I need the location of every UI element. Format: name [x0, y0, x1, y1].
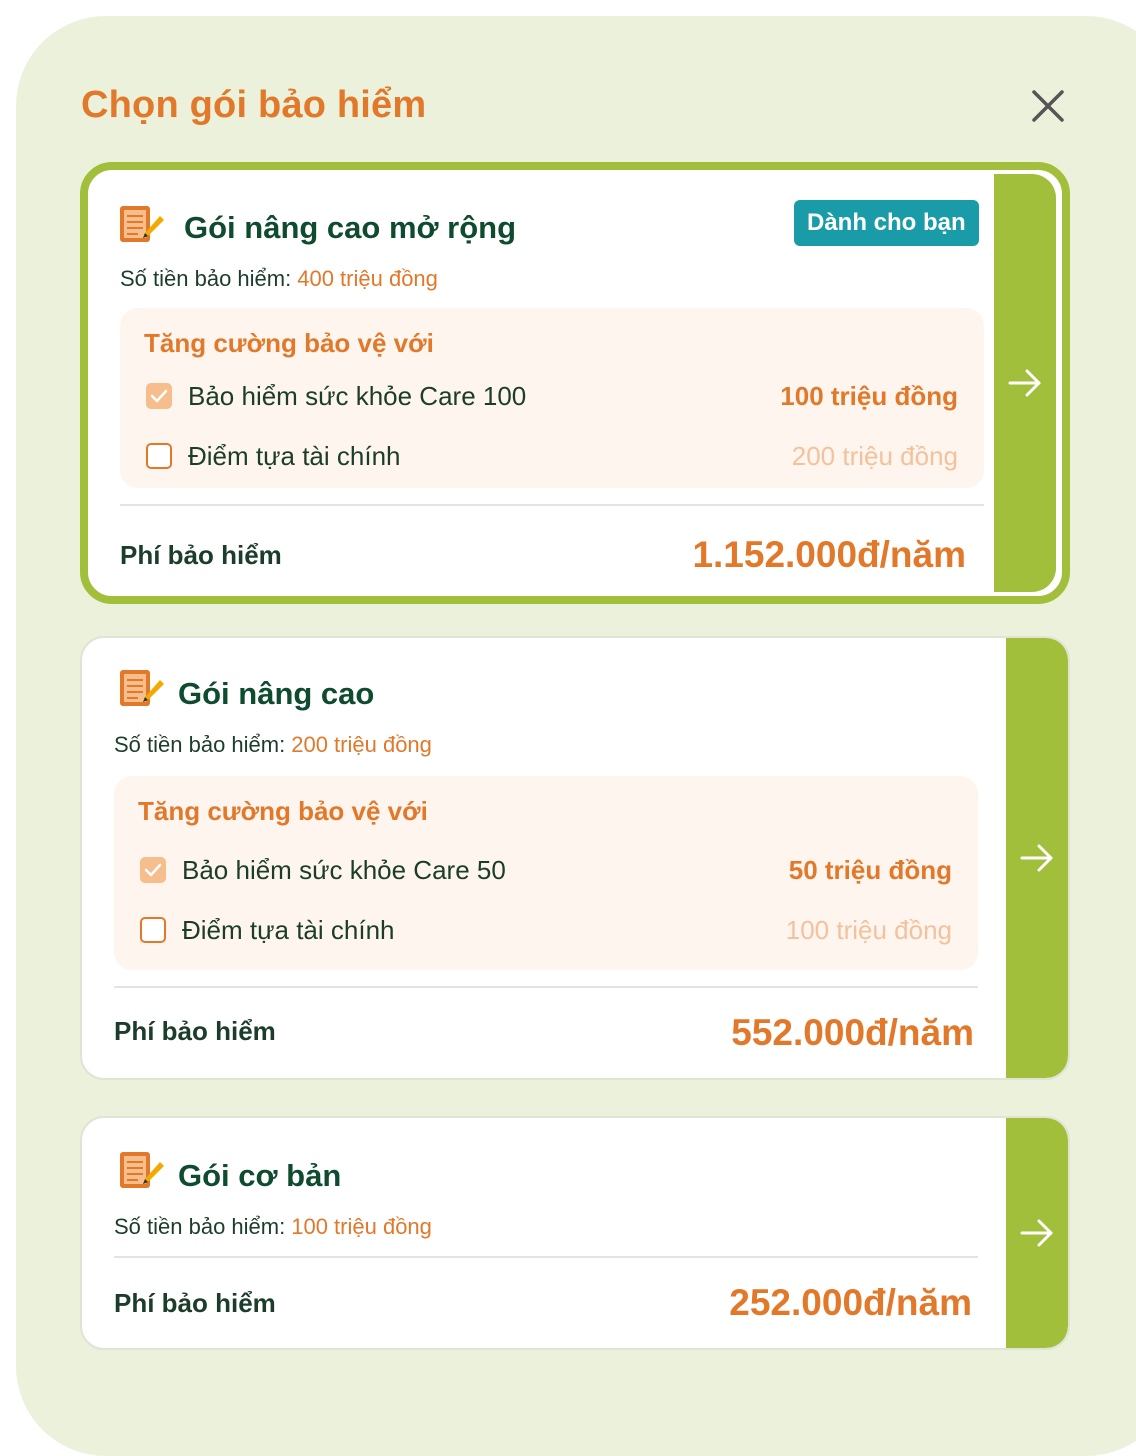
sum-insured: Số tiền bảo hiểm: 100 triệu đồng — [114, 1214, 432, 1240]
addon-row[interactable]: Bảo hiểm sức khỏe Care 100 100 triệu đồn… — [146, 376, 958, 416]
addons-box: Tăng cường bảo vệ với Bảo hiểm sức khỏe … — [120, 308, 984, 488]
plan-name: Gói nâng cao mở rộng — [184, 210, 517, 245]
recommended-badge: Dành cho bạn — [794, 200, 979, 246]
plan-card-advanced[interactable]: Gói nâng cao Số tiền bảo hiểm: 200 triệu … — [80, 636, 1070, 1080]
divider — [114, 1256, 978, 1258]
addon-value: 100 triệu đồng — [780, 380, 958, 411]
divider — [120, 504, 984, 506]
addons-title: Tăng cường bảo vệ với — [144, 328, 434, 358]
fee-value: 252.000đ/năm — [729, 1282, 972, 1323]
checkbox-checked[interactable] — [140, 857, 166, 883]
checkbox-unchecked[interactable] — [146, 443, 172, 469]
sum-insured: Số tiền bảo hiểm: 200 triệu đồng — [114, 732, 432, 758]
addons-title: Tăng cường bảo vệ với — [138, 796, 428, 826]
arrow-right-icon — [1020, 1219, 1053, 1247]
plan-card-extended[interactable]: Gói nâng cao mở rộng Dành cho bạn Số tiề… — [80, 162, 1070, 604]
sum-insured-value: 100 triệu đồng — [291, 1214, 432, 1239]
fee-label: Phí bảo hiểm — [114, 1016, 276, 1046]
arrow-right-icon — [1008, 369, 1041, 397]
addons-box: Tăng cường bảo vệ với Bảo hiểm sức khỏe … — [114, 776, 978, 970]
plan-card-basic[interactable]: Gói cơ bản Số tiền bảo hiểm: 100 triệu đồ… — [80, 1116, 1070, 1350]
plan-name: Gói nâng cao — [178, 676, 375, 711]
sum-insured-label: Số tiền bảo hiểm: — [114, 1214, 286, 1239]
addon-value: 50 triệu đồng — [788, 854, 952, 885]
select-plan-arrow[interactable] — [1006, 638, 1068, 1078]
addon-row[interactable]: Bảo hiểm sức khỏe Care 50 50 triệu đồng — [140, 850, 952, 890]
addon-name: Bảo hiểm sức khỏe Care 50 — [182, 854, 506, 885]
addon-name: Bảo hiểm sức khỏe Care 100 — [188, 380, 527, 411]
close-icon[interactable] — [1026, 84, 1070, 128]
fee-label: Phí bảo hiểm — [114, 1288, 276, 1318]
sum-insured-label: Số tiền bảo hiểm: — [114, 732, 286, 757]
fee-value: 552.000đ/năm — [731, 1012, 974, 1053]
checkbox-unchecked[interactable] — [140, 917, 166, 943]
plan-name: Gói cơ bản — [178, 1158, 342, 1193]
sum-insured-value: 200 triệu đồng — [291, 732, 432, 757]
arrow-right-icon — [1020, 844, 1053, 872]
addon-row[interactable]: Điểm tựa tài chính 100 triệu đồng — [140, 910, 952, 950]
sum-insured: Số tiền bảo hiểm: 400 triệu đồng — [120, 266, 438, 292]
plan-icon — [118, 666, 166, 710]
addon-value: 200 triệu đồng — [791, 440, 958, 471]
fee-value: 1.152.000đ/năm — [692, 534, 966, 575]
addon-row[interactable]: Điểm tựa tài chính 200 triệu đồng — [146, 436, 958, 476]
select-plan-arrow[interactable] — [1006, 1118, 1068, 1348]
addon-value: 100 triệu đồng — [785, 914, 952, 945]
fee-label: Phí bảo hiểm — [120, 540, 282, 570]
plan-icon — [118, 202, 166, 246]
select-plan-arrow[interactable] — [994, 174, 1056, 592]
divider — [114, 986, 978, 988]
modal-title: Chọn gói bảo hiểm — [81, 84, 427, 126]
sum-insured-label: Số tiền bảo hiểm: — [120, 266, 292, 291]
addon-name: Điểm tựa tài chính — [182, 914, 395, 945]
plan-icon — [118, 1148, 166, 1192]
addon-name: Điểm tựa tài chính — [188, 440, 401, 471]
sum-insured-value: 400 triệu đồng — [297, 266, 438, 291]
checkbox-checked[interactable] — [146, 383, 172, 409]
